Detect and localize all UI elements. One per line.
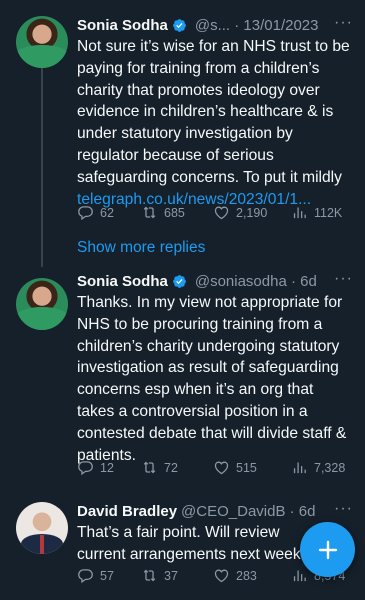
like-button[interactable]: 515 <box>213 459 291 476</box>
reply-button[interactable]: 12 <box>77 459 141 476</box>
author-handle-date[interactable]: @soniasodha · 6d <box>195 273 317 290</box>
retweet-button[interactable]: 685 <box>141 204 213 221</box>
more-options-icon[interactable]: ··· <box>334 270 353 288</box>
author-handle-date[interactable]: @CEO_DavidB · 6d <box>181 503 315 520</box>
tweet-text: Thanks. In my view not appropriate for N… <box>77 294 347 464</box>
reply-count: 57 <box>100 568 114 583</box>
author-name[interactable]: Sonia Sodha <box>77 17 168 34</box>
like-button[interactable]: 283 <box>213 567 291 584</box>
retweet-count: 37 <box>164 568 178 583</box>
author-name[interactable]: Sonia Sodha <box>77 273 168 290</box>
avatar[interactable] <box>16 278 68 330</box>
author-handle-date[interactable]: @s... · 13/01/2023 <box>195 17 319 34</box>
verified-badge-icon <box>172 18 186 32</box>
like-icon <box>214 461 229 475</box>
retweet-count: 685 <box>164 205 185 220</box>
more-options-icon[interactable]: ··· <box>334 500 353 518</box>
compose-button[interactable] <box>300 522 355 577</box>
author-name[interactable]: David Bradley <box>77 503 177 520</box>
like-button[interactable]: 2,190 <box>213 204 291 221</box>
reply-count: 12 <box>100 460 114 475</box>
views-icon <box>293 570 306 582</box>
retweet-count: 72 <box>164 460 178 475</box>
views-button[interactable]: 7,328 <box>291 459 345 476</box>
tweet-2[interactable]: Sonia Sodha @soniasodha · 6d ··· Thanks.… <box>0 270 365 490</box>
thread-line <box>41 243 43 267</box>
retweet-icon <box>143 206 156 219</box>
reply-icon <box>78 461 93 476</box>
like-count: 2,190 <box>236 205 268 220</box>
tweet-text: Not sure it’s wise for an NHS trust to b… <box>77 38 350 186</box>
like-icon <box>214 569 229 583</box>
retweet-icon <box>143 569 156 582</box>
views-button[interactable]: 112K <box>291 204 342 221</box>
compose-plus-icon <box>318 540 337 559</box>
reply-icon <box>78 206 93 221</box>
retweet-button[interactable]: 37 <box>141 567 213 584</box>
verified-badge-icon <box>172 274 186 288</box>
avatar[interactable] <box>16 16 68 68</box>
views-count: 112K <box>314 205 343 220</box>
more-options-icon[interactable]: ··· <box>334 14 353 32</box>
reply-button[interactable]: 57 <box>77 567 141 584</box>
tweet-1[interactable]: Sonia Sodha @s... · 13/01/2023 ··· Not s… <box>0 0 365 230</box>
avatar[interactable] <box>16 502 68 554</box>
reply-icon <box>78 569 93 584</box>
like-count: 283 <box>236 568 257 583</box>
views-icon <box>293 462 306 474</box>
reply-button[interactable]: 62 <box>77 204 141 221</box>
views-icon <box>293 207 306 219</box>
like-icon <box>214 206 229 220</box>
show-more-replies-link[interactable]: Show more replies <box>77 239 205 257</box>
reply-count: 62 <box>100 205 114 220</box>
retweet-button[interactable]: 72 <box>141 459 213 476</box>
views-count: 7,328 <box>314 460 346 475</box>
like-count: 515 <box>236 460 257 475</box>
retweet-icon <box>143 461 156 474</box>
